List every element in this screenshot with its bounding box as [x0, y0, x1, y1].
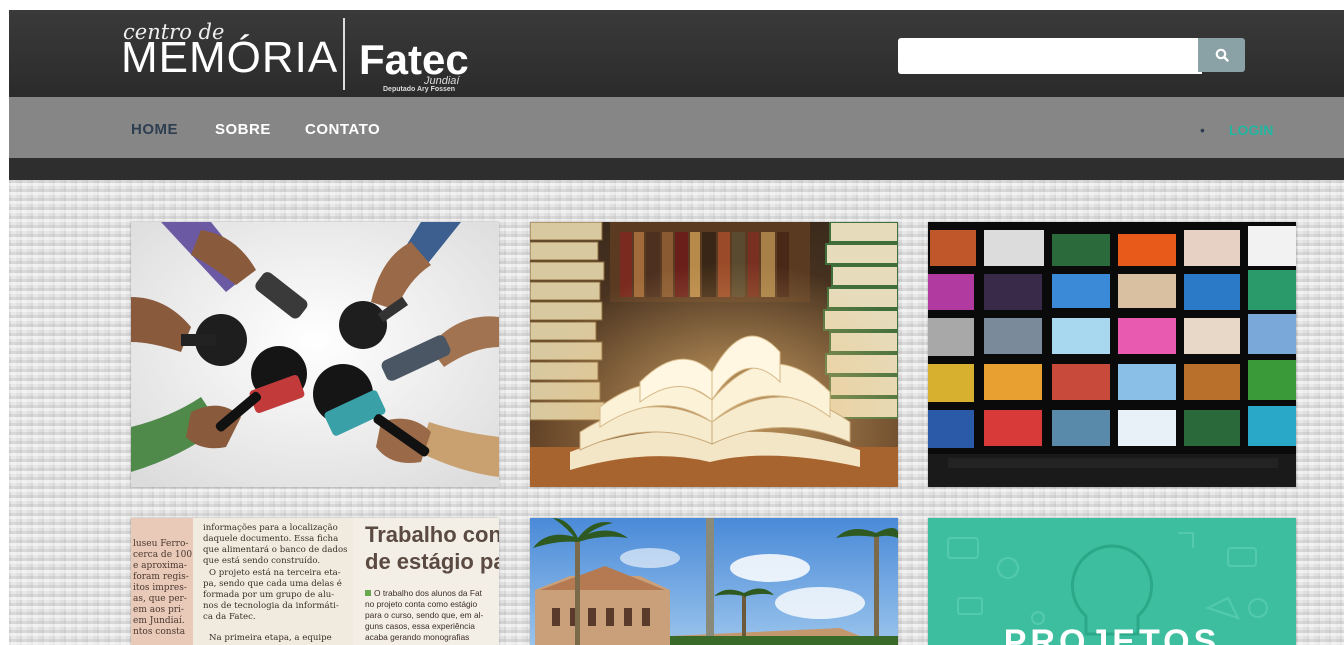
nav-sobre[interactable]: SOBRE	[215, 121, 271, 138]
tile-books[interactable]	[530, 222, 898, 487]
np-col1-line: foram regis-	[133, 572, 189, 582]
np-col3-line: para o curso, sendo que, em al-	[365, 610, 483, 620]
tile-newspaper[interactable]: luseu Ferro- cerca de 100 e aproxima- fo…	[131, 518, 499, 645]
projects-label: PROJETOS	[1004, 623, 1221, 645]
header-bar: centro de MEMÓRIA Fatec Jundiaí Deputado…	[9, 10, 1344, 97]
main-nav: HOME SOBRE CONTATO • LOGIN	[9, 97, 1344, 158]
np-col3-line: guns casos, essa experiência	[365, 621, 475, 631]
np-col1-line: luseu Ferro-	[133, 539, 188, 549]
np-col2-line: O projeto está na terceira eta-	[209, 567, 341, 578]
np-headline: Trabalho cont	[365, 522, 499, 547]
search-icon	[1215, 48, 1229, 62]
page-frame: centro de MEMÓRIA Fatec Jundiaí Deputado…	[9, 10, 1344, 645]
building-image	[530, 518, 898, 645]
np-col1-line: ntos consta	[133, 627, 186, 637]
microphones-image	[131, 222, 499, 487]
np-headline: de estágio pa	[365, 549, 499, 574]
nav-bullet: •	[1200, 122, 1205, 138]
np-col2-line: informações para a localização	[203, 522, 338, 533]
np-col2-line: daquele documento. Essa ficha	[203, 534, 338, 544]
media-wall-image	[928, 222, 1296, 487]
tile-building[interactable]	[530, 518, 898, 645]
np-col2-line: pa, sendo que cada uma delas é	[203, 578, 342, 589]
np-col1-line: e aproxima-	[133, 561, 187, 571]
books-image	[530, 222, 898, 487]
tile-projects[interactable]: PROJETOS	[928, 518, 1296, 645]
nav-contato[interactable]: CONTATO	[305, 121, 380, 138]
np-col2-line: ca da Fatec.	[203, 612, 256, 622]
newspaper-image: luseu Ferro- cerca de 100 e aproxima- fo…	[131, 518, 499, 645]
tile-media[interactable]	[928, 222, 1296, 487]
logo-subtitle-text: Deputado Ary Fossen	[383, 86, 456, 93]
np-col1-line: cerca de 100	[133, 550, 192, 560]
header-band	[9, 158, 1344, 180]
tile-microphones[interactable]	[131, 222, 499, 487]
logo-divider	[343, 18, 345, 90]
np-col2-line: que está sendo construído.	[203, 555, 320, 566]
np-col1-line: em aos pri-	[133, 605, 184, 615]
site-logo[interactable]: centro de MEMÓRIA Fatec Jundiaí Deputado…	[121, 16, 481, 94]
nav-home[interactable]: HOME	[131, 121, 178, 138]
np-col1-line: itos impres-	[133, 583, 187, 593]
login-link[interactable]: LOGIN	[1229, 122, 1273, 138]
np-col2-line: formada por um grupo de alu-	[203, 590, 334, 600]
np-col1-line: em Jundiaí.	[133, 615, 185, 626]
np-col3-line: no projeto conta como estágio	[365, 599, 478, 609]
np-col2-line: Na primeira etapa, a equipe	[209, 633, 332, 643]
projects-image: PROJETOS	[928, 518, 1296, 645]
search-input[interactable]	[898, 38, 1202, 74]
np-col1-line: as, que per-	[133, 594, 187, 604]
np-col3-line: O trabalho dos alunos da Fat	[374, 588, 483, 598]
logo-main-text: MEMÓRIA	[121, 33, 339, 82]
np-col2-line: nos de tecnologia da informáti-	[203, 600, 339, 611]
np-col3-line: acaba gerando monografias	[365, 632, 469, 642]
search-button[interactable]	[1198, 38, 1245, 72]
content-area: luseu Ferro- cerca de 100 e aproxima- fo…	[9, 180, 1344, 645]
np-col2-line: que alimentará o banco de dados	[203, 544, 348, 555]
